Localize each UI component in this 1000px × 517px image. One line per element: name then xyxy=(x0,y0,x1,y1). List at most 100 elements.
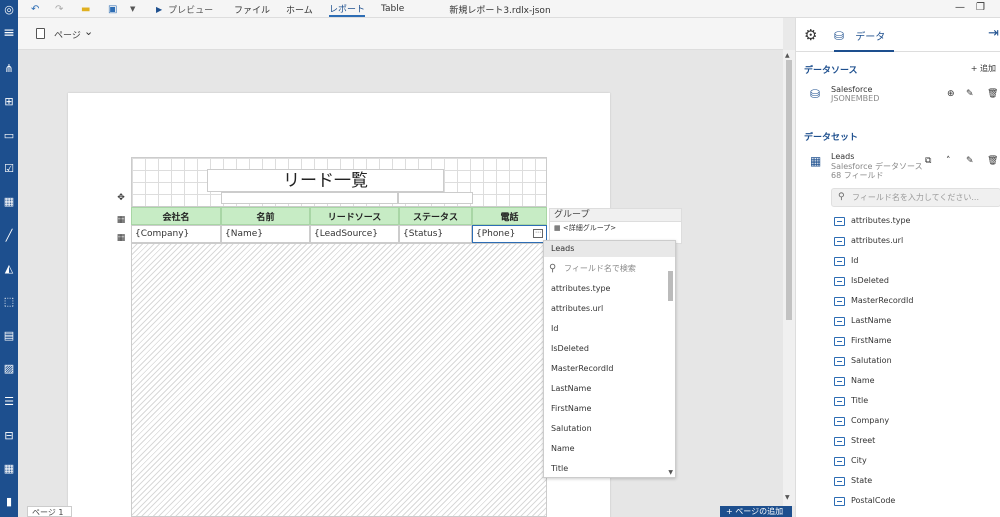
copy-icon[interactable]: ⧉ xyxy=(925,156,931,166)
redo-icon[interactable]: ↷ xyxy=(55,1,63,17)
subtitle-box-2[interactable] xyxy=(398,192,473,204)
list-item[interactable]: State xyxy=(834,472,994,492)
chevron-up-icon[interactable]: ˄ xyxy=(946,156,951,166)
detail-group-item[interactable]: ▦ <詳細グループ> xyxy=(550,222,681,234)
list-item[interactable]: Company xyxy=(834,412,994,432)
undo-icon[interactable]: ↶ xyxy=(31,1,39,17)
list-item[interactable]: Id xyxy=(544,319,668,339)
restore-icon[interactable]: ❐ xyxy=(976,2,985,13)
edit-icon[interactable]: ✎ xyxy=(966,89,974,99)
chevron-down-icon[interactable]: ⌄ xyxy=(84,25,93,38)
scroll-up-icon[interactable]: ▲ xyxy=(785,52,790,59)
list-item[interactable]: Street xyxy=(834,432,994,452)
gear-icon[interactable]: ⚙ xyxy=(804,26,817,44)
hamburger-menu-icon[interactable]: ≡ xyxy=(2,25,16,41)
preview-button[interactable]: ▶ プレビュー xyxy=(156,1,213,17)
dataset-table-icon: ▦ xyxy=(810,154,822,168)
dataset-item[interactable]: ▦ Leads Salesforce データソース 68 フィールド ⧉ ˄ ✎… xyxy=(810,152,1000,182)
table-cell[interactable]: {LeadSource} xyxy=(310,225,399,243)
menu-report[interactable]: レポート xyxy=(329,1,366,17)
row-handle-icon[interactable]: ▦ xyxy=(116,215,126,225)
scrollbar[interactable] xyxy=(668,271,673,301)
list-item[interactable]: IsDeleted xyxy=(544,339,668,359)
list-item[interactable]: attributes.type xyxy=(834,212,994,232)
data-panel: ⚙ ⛁ データ ⇥ データソース + 追加 ⛁ Salesforce JSONE… xyxy=(795,18,1000,517)
canvas-scrollbar[interactable]: ▲ ▼ xyxy=(783,50,795,506)
scroll-down-icon[interactable]: ▼ xyxy=(668,469,673,476)
list-item[interactable]: attributes.type xyxy=(544,279,668,299)
report-explorer-icon[interactable]: ⋔ xyxy=(2,61,16,75)
field-picker-button-icon[interactable]: ⋯ xyxy=(533,229,543,238)
report-title[interactable]: リード一覧 xyxy=(207,169,444,192)
list-item[interactable]: FirstName xyxy=(544,399,668,419)
list-item[interactable]: attributes.url xyxy=(544,299,668,319)
delete-icon[interactable]: 🗑 xyxy=(987,156,998,166)
menu-table[interactable]: Table xyxy=(381,1,404,17)
list-item[interactable]: Title xyxy=(834,392,994,412)
menu-home[interactable]: ホーム xyxy=(286,1,313,17)
save-dropdown-icon[interactable]: ▼ xyxy=(130,1,135,17)
group-editor-icon[interactable]: ⊞ xyxy=(2,94,16,108)
list-tool-icon[interactable]: ☰ xyxy=(2,394,16,408)
table-cell-selected[interactable]: {Phone} ⋯ xyxy=(472,225,547,243)
list-item[interactable]: Id xyxy=(834,252,994,272)
add-dataset-icon[interactable]: ⊕ xyxy=(947,89,955,99)
row-handle-icon[interactable]: ▦ xyxy=(116,233,126,243)
list-item[interactable]: City xyxy=(834,452,994,472)
list-item[interactable]: LastName xyxy=(544,379,668,399)
richtext-tool-icon[interactable]: ▤ xyxy=(2,328,16,342)
tab-data[interactable]: ⛁ データ xyxy=(834,18,894,52)
scroll-down-icon[interactable]: ▼ xyxy=(785,494,790,501)
page-selector-label[interactable]: ページ xyxy=(54,28,81,41)
move-handle-icon[interactable]: ✥ xyxy=(116,193,126,203)
table-tool-icon[interactable]: ▦ xyxy=(2,194,16,208)
column-header[interactable]: 会社名 xyxy=(131,207,221,225)
add-page-button[interactable]: + ページの追加 xyxy=(720,506,792,517)
table-cell[interactable]: {Name} xyxy=(221,225,310,243)
field-search-input[interactable]: ⚲ フィールド名を入力してください... xyxy=(831,188,1000,207)
edit-icon[interactable]: ✎ xyxy=(966,156,974,166)
app-logo-icon: ◎ xyxy=(0,0,18,18)
picture-tool-icon[interactable]: ▨ xyxy=(2,361,16,375)
column-header[interactable]: ステータス xyxy=(399,207,472,225)
chart-tool-icon[interactable]: ▮ xyxy=(2,494,16,508)
page-tab[interactable]: ページ 1 xyxy=(27,506,72,517)
field-picker-search-input[interactable]: ⚲ フィールド名で検索 xyxy=(544,259,675,279)
shape-tool-icon[interactable]: ◭ xyxy=(2,261,16,275)
collapse-panel-icon[interactable]: ⇥ xyxy=(988,26,999,41)
list-item[interactable]: Name xyxy=(544,439,668,459)
list-item[interactable]: Salutation xyxy=(834,352,994,372)
table-cell[interactable]: {Company} xyxy=(131,225,221,243)
list-item[interactable]: Name xyxy=(834,372,994,392)
menu-file[interactable]: ファイル xyxy=(234,1,270,17)
table-cell[interactable]: {Status} xyxy=(399,225,472,243)
grid-tool-icon[interactable]: ▦ xyxy=(2,461,16,475)
list-item[interactable]: Title xyxy=(544,459,668,479)
list-item[interactable]: MasterRecordId xyxy=(834,292,994,312)
open-folder-icon[interactable]: ▬ xyxy=(81,1,90,17)
list-item[interactable]: Salutation xyxy=(544,419,668,439)
delete-icon[interactable]: 🗑 xyxy=(987,89,998,99)
tablix-tool-icon[interactable]: ⊟ xyxy=(2,428,16,442)
column-header[interactable]: 名前 xyxy=(221,207,310,225)
scrollbar-thumb[interactable] xyxy=(786,60,792,320)
list-item[interactable]: LastName xyxy=(834,312,994,332)
list-item[interactable]: MasterRecordId xyxy=(544,359,668,379)
checkbox-tool-icon[interactable]: ☑ xyxy=(2,161,16,175)
save-icon[interactable]: ▣ xyxy=(108,1,117,17)
minimize-icon[interactable]: — xyxy=(955,2,965,13)
subtitle-box[interactable] xyxy=(221,192,398,204)
database-icon: ⛁ xyxy=(810,87,821,101)
textbox-tool-icon[interactable]: ▭ xyxy=(2,128,16,142)
image-select-tool-icon[interactable]: ⬚ xyxy=(2,294,16,308)
column-header[interactable]: リードソース xyxy=(310,207,399,225)
field-icon xyxy=(834,277,845,286)
list-item[interactable]: IsDeleted xyxy=(834,272,994,292)
column-header[interactable]: 電話 xyxy=(472,207,547,225)
datasource-item[interactable]: ⛁ Salesforce JSONEMBED ⊕ ✎ 🗑 xyxy=(810,85,1000,105)
list-item[interactable]: attributes.url xyxy=(834,232,994,252)
list-item[interactable]: FirstName xyxy=(834,332,994,352)
add-datasource-button[interactable]: + 追加 xyxy=(971,63,996,74)
list-item[interactable]: PostalCode xyxy=(834,492,994,512)
line-tool-icon[interactable]: ╱ xyxy=(2,228,16,242)
